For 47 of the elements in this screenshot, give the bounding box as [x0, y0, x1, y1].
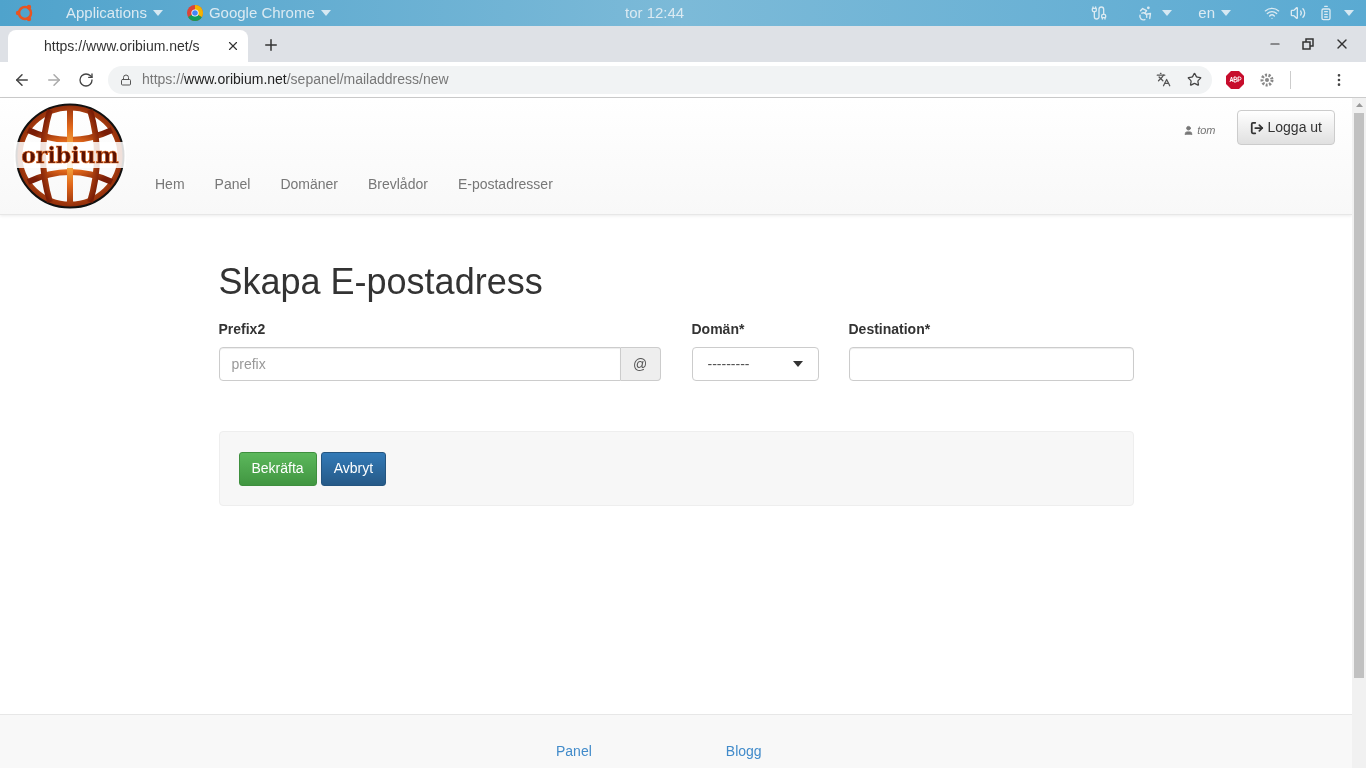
caret-icon	[792, 361, 803, 367]
nav-link[interactable]: Panel	[199, 174, 266, 195]
globe-logo[interactable]: oribium	[14, 102, 126, 210]
prefix-input[interactable]: prefix	[218, 347, 621, 381]
field-label: Domän*	[691, 320, 746, 339]
field-label: Prefix2	[218, 320, 267, 339]
address-bar[interactable]: https://www.oribium.net/sepanel/mailaddress/new	[108, 65, 1212, 94]
domain-select[interactable]: ---------	[691, 347, 819, 381]
browser-tab[interactable]: https://www.oribium.net/s	[8, 30, 248, 62]
caret-icon	[1162, 10, 1173, 16]
form-button[interactable]: Avbryt	[320, 451, 387, 486]
bookmark-star-icon[interactable]	[1187, 72, 1202, 87]
nav-link[interactable]: Hem	[140, 174, 200, 195]
reload-icon[interactable]	[78, 71, 94, 88]
tab-title: https://www.oribium.net/s	[44, 36, 200, 56]
footer-link[interactable]: Blogg	[725, 743, 762, 759]
nav-link[interactable]: Brevlådor	[352, 174, 443, 195]
logout-button[interactable]: Logga ut	[1236, 110, 1335, 145]
restore-icon[interactable]	[1302, 38, 1314, 50]
close-icon[interactable]	[226, 39, 240, 53]
form-button[interactable]: Bekräfta	[238, 451, 317, 486]
at-addon: @	[620, 347, 661, 381]
chrome-icon	[186, 5, 203, 21]
caret-icon	[152, 10, 163, 16]
new-tab-icon[interactable]	[262, 36, 280, 54]
url-text: https://www.oribium.net/sepanel/mailaddress/new	[142, 70, 449, 89]
footer-link[interactable]: Panel	[556, 743, 592, 759]
volume-icon[interactable]	[1290, 5, 1306, 21]
logout-icon	[1249, 120, 1264, 135]
lock-icon	[120, 73, 132, 86]
battery-icon[interactable]	[1318, 5, 1334, 21]
nav-link[interactable]: E-postadresser	[442, 174, 568, 195]
field-label: Destination*	[848, 320, 932, 339]
scrollbar[interactable]	[1352, 98, 1366, 768]
user-icon	[1183, 124, 1195, 136]
username: tom	[1197, 123, 1216, 138]
scroll-up-icon[interactable]	[1355, 103, 1363, 107]
caret-icon	[1221, 10, 1231, 16]
destination-input[interactable]	[848, 347, 1134, 381]
plug-icon[interactable]	[1091, 5, 1108, 21]
nav-link[interactable]: Domäner	[265, 174, 353, 195]
caret-icon	[320, 10, 331, 16]
page-title: Skapa E-postadress	[218, 262, 544, 302]
abp-extension-icon[interactable]	[1226, 70, 1244, 89]
wifi-icon[interactable]	[1264, 5, 1280, 21]
caret-icon	[1344, 10, 1354, 16]
translate-icon[interactable]	[1156, 72, 1171, 87]
